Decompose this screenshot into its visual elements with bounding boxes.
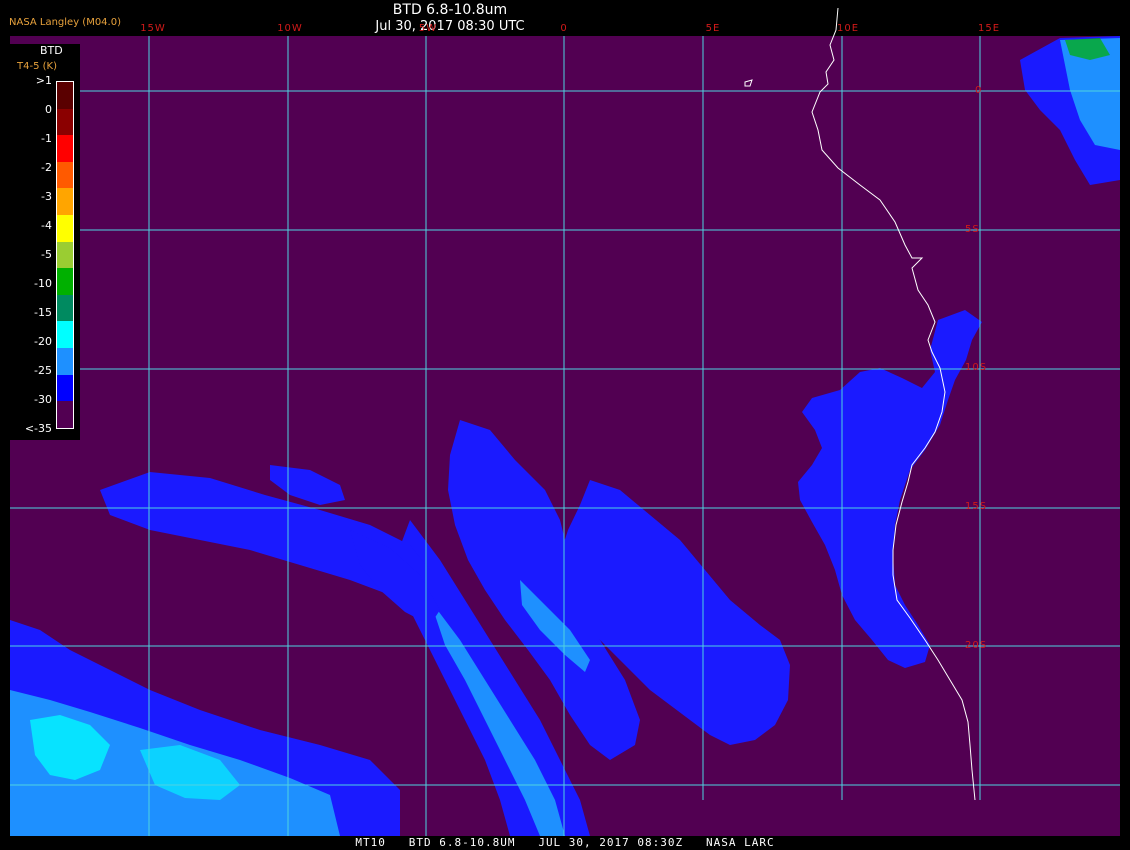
legend-subtitle: T4-5 (K)	[17, 61, 57, 72]
legend-label: -15	[34, 306, 52, 319]
map-timestamp: Jul 30, 2017 08:30 UTC	[375, 19, 525, 34]
legend-title: BTD	[40, 44, 63, 57]
legend-label: -25	[34, 364, 52, 377]
legend-label: >1	[35, 74, 52, 87]
lat-label-15s: 15S	[965, 501, 988, 512]
producer-label: NASA Langley (M04.0)	[9, 17, 121, 28]
legend-swatch	[57, 188, 73, 216]
lon-label-10e: 10E	[836, 23, 860, 34]
legend-label: -10	[34, 277, 52, 290]
lat-label-20s: 20S	[965, 640, 988, 651]
legend-label: 0	[45, 103, 52, 116]
legend-label: -1	[41, 132, 52, 145]
legend-label: -4	[41, 219, 52, 232]
legend-label: -20	[34, 335, 52, 348]
legend-label: -30	[34, 393, 52, 406]
legend-label: <-35	[24, 422, 52, 435]
legend-label: -3	[41, 190, 52, 203]
legend-colorbar	[56, 81, 74, 429]
legend-swatch	[57, 374, 73, 402]
legend-swatch	[57, 215, 73, 242]
legend-swatch	[57, 135, 73, 162]
footer-caption: MT10 BTD 6.8-10.8UM JUL 30, 2017 08:30Z …	[355, 836, 775, 849]
lon-label-5w: 5W	[418, 23, 438, 34]
legend-labels: >1 0 -1 -2 -3 -4 -5 -10 -15 -20 -25 -30 <-35	[12, 75, 52, 435]
legend-swatch	[57, 348, 73, 375]
satellite-map: BTD 6.8-10.8um Jul 30, 2017 08:30 UTC NA…	[0, 0, 1130, 850]
legend-swatch	[57, 82, 73, 109]
lon-label-5e: 5E	[705, 23, 721, 34]
legend-swatch	[57, 321, 73, 349]
lat-label-0: 0	[975, 85, 983, 96]
lat-label-10s: 10S	[965, 362, 988, 373]
legend-swatch	[57, 108, 73, 136]
legend-swatch	[57, 268, 73, 295]
legend-label: -2	[41, 161, 52, 174]
map-canvas	[10, 7, 1120, 836]
legend-swatch	[57, 294, 73, 322]
legend-label: -5	[41, 248, 52, 261]
lon-label-10w: 10W	[277, 23, 303, 34]
lon-label-15w: 15W	[140, 23, 166, 34]
legend-swatch	[57, 401, 73, 428]
lat-label-5s: 5S	[965, 224, 980, 235]
lon-label-0: 0	[560, 23, 568, 34]
legend-swatch	[57, 161, 73, 189]
lon-label-15e: 15E	[977, 23, 1001, 34]
legend-swatch	[57, 241, 73, 269]
map-title: BTD 6.8-10.8um	[392, 2, 508, 18]
